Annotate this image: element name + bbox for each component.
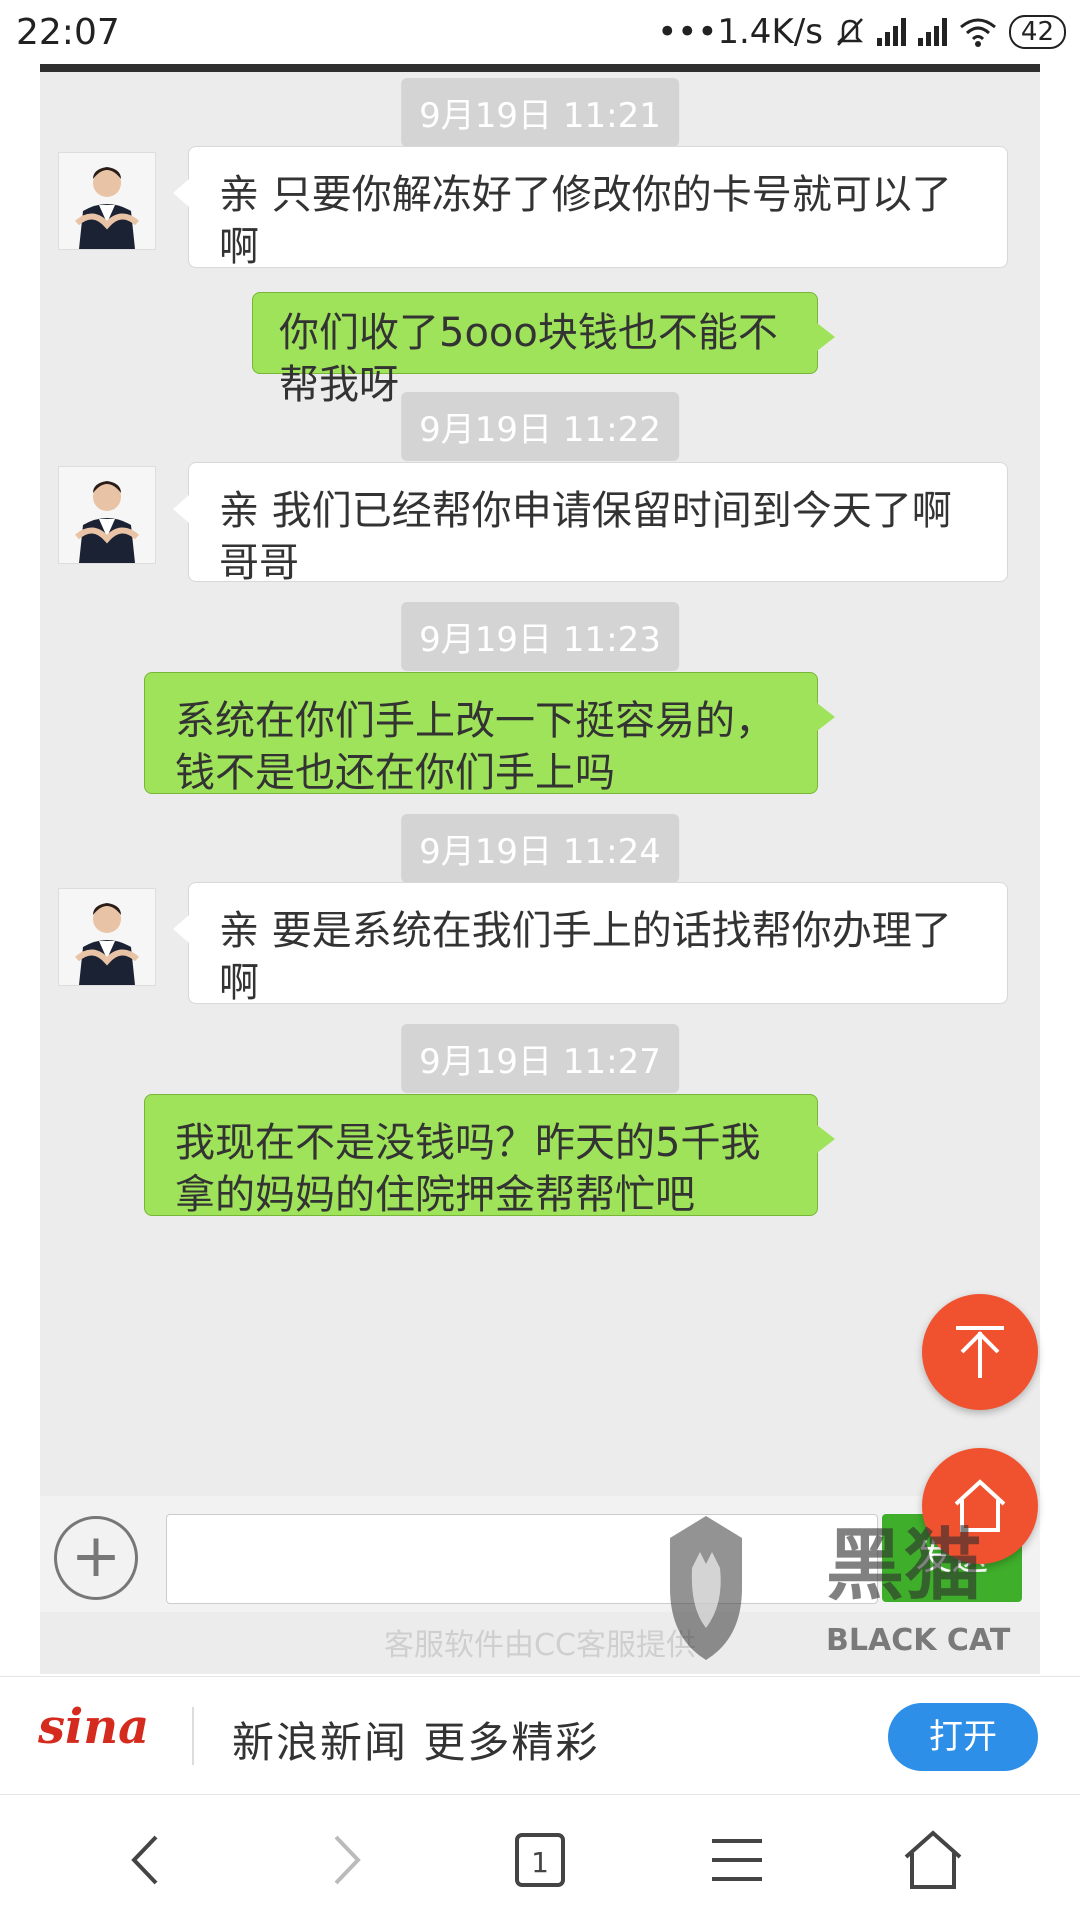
- arrow-up-icon: [956, 1326, 1004, 1378]
- browser-bottom-nav: 1: [0, 1794, 1080, 1921]
- sina-app-banner: sina 新浪新闻 更多精彩 打开: [0, 1676, 1080, 1795]
- signal-icon-1: [876, 18, 906, 46]
- sina-logo: sina: [38, 1699, 150, 1755]
- outgoing-message: 你们收了5ooo块钱也不能不帮我呀: [252, 292, 835, 408]
- timestamp: 9月19日 11:22: [401, 392, 679, 461]
- wifi-icon: [959, 18, 996, 47]
- back-button[interactable]: [112, 1825, 182, 1895]
- home-fab-button[interactable]: [922, 1448, 1038, 1564]
- chat-screenshot: 9月19日 11:21 亲 只要你解冻好了修改你的卡号就可以了啊 你们收了5oo…: [40, 64, 1040, 1674]
- agent-avatar-icon: [59, 467, 155, 563]
- forward-button[interactable]: [310, 1825, 380, 1895]
- status-icons: •••1.4K/s 42: [657, 12, 1066, 52]
- status-bar: 22:07 •••1.4K/s 42: [0, 0, 1080, 64]
- tabs-icon: 1: [515, 1833, 565, 1887]
- agent-avatar-icon: [59, 153, 155, 249]
- agent-avatar: [58, 152, 156, 250]
- home-icon: [954, 1479, 1006, 1532]
- incoming-message: 亲 要是系统在我们手上的话找帮你办理了啊: [173, 882, 1008, 1006]
- signal-icon-2: [917, 18, 947, 46]
- timestamp: 9月19日 11:27: [401, 1024, 679, 1093]
- agent-avatar-icon: [59, 889, 155, 985]
- menu-icon: [712, 1839, 762, 1881]
- agent-avatar: [58, 466, 156, 564]
- chevron-right-icon: [334, 1835, 361, 1885]
- add-attachment-button[interactable]: +: [54, 1516, 138, 1600]
- message-input[interactable]: [166, 1514, 878, 1604]
- timestamp: 9月19日 11:21: [401, 78, 679, 147]
- scroll-to-top-button[interactable]: [922, 1294, 1038, 1410]
- menu-button[interactable]: [702, 1825, 772, 1895]
- home-button[interactable]: [898, 1825, 968, 1895]
- network-speed: •••1.4K/s: [657, 12, 823, 52]
- sina-tagline: 新浪新闻 更多精彩: [232, 1718, 600, 1767]
- open-app-button[interactable]: 打开: [888, 1703, 1038, 1771]
- banner-divider: [192, 1707, 194, 1765]
- battery-indicator: 42: [1008, 15, 1066, 49]
- chat-input-bar: + 发送: [40, 1496, 1040, 1612]
- home-outline-icon: [904, 1830, 962, 1889]
- chevron-left-icon: [131, 1835, 158, 1885]
- outgoing-message: 我现在不是没钱吗？昨天的5千我拿的妈妈的住院押金帮帮忙吧: [144, 1094, 835, 1218]
- clock: 22:07: [16, 12, 120, 53]
- outgoing-message: 系统在你们手上改一下挺容易的，钱不是也还在你们手上吗: [144, 672, 835, 796]
- incoming-message: 亲 只要你解冻好了修改你的卡号就可以了啊: [173, 146, 1008, 270]
- incoming-message: 亲 我们已经帮你申请保留时间到今天了啊 哥哥: [173, 462, 1008, 586]
- timestamp: 9月19日 11:23: [401, 602, 679, 671]
- service-provider-note: 客服软件由CC客服提供: [384, 1628, 696, 1663]
- timestamp: 9月19日 11:24: [401, 814, 679, 883]
- tabs-button[interactable]: 1: [505, 1825, 575, 1895]
- top-divider: [40, 64, 1040, 72]
- tab-count: 1: [531, 1846, 549, 1879]
- agent-avatar: [58, 888, 156, 986]
- mute-icon: [836, 18, 863, 46]
